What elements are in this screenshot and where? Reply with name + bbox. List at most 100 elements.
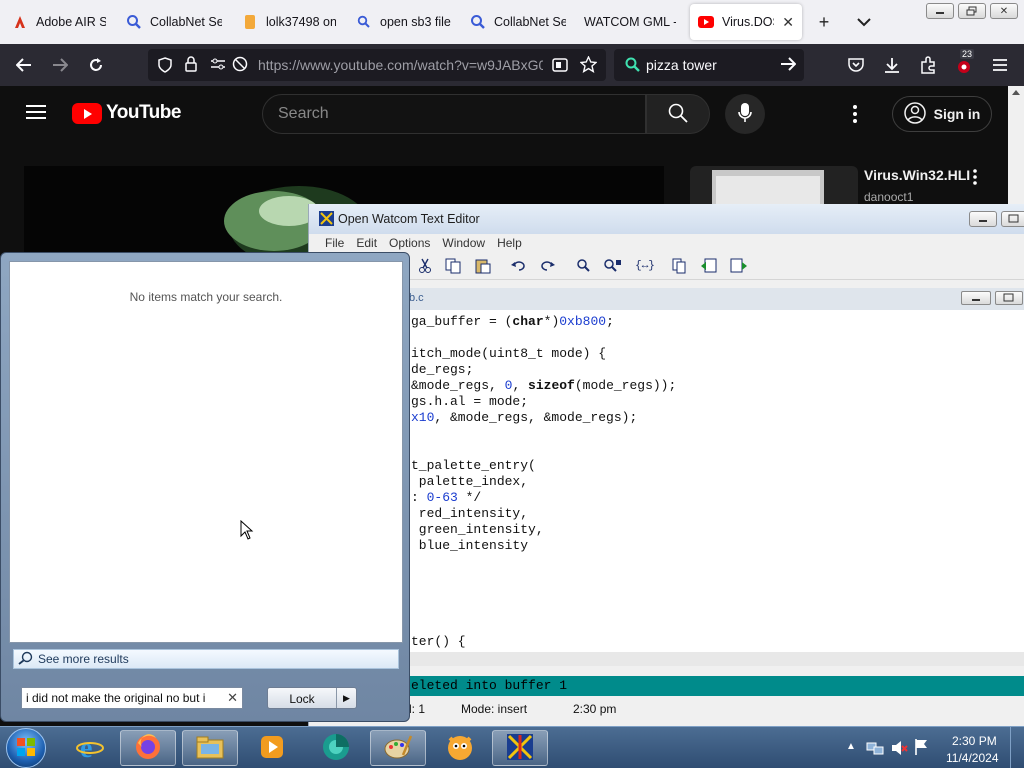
code-line[interactable]: itch_mode(uint8_t mode) { xyxy=(411,346,606,361)
match-braces-icon[interactable]: {↔} xyxy=(633,256,657,276)
taskbar-internet-explorer[interactable]: e xyxy=(62,730,118,766)
menu-edit[interactable]: Edit xyxy=(350,234,383,252)
show-desktop-button[interactable] xyxy=(1010,727,1024,768)
copy-file-icon[interactable] xyxy=(669,256,689,276)
lock-button[interactable]: Lock ▶ xyxy=(267,687,357,709)
downloads-icon[interactable] xyxy=(880,53,904,77)
related-video-channel[interactable]: danooct1 xyxy=(864,190,913,204)
code-line[interactable]: x10, &mode_regs, &mode_regs); xyxy=(411,410,637,425)
menu-options[interactable]: Options xyxy=(383,234,436,252)
file-window-title-bar[interactable]: b.c xyxy=(309,288,1024,310)
close-tab-icon[interactable]: ✕ xyxy=(782,14,794,31)
list-all-tabs-button[interactable] xyxy=(852,10,876,34)
next-file-icon[interactable] xyxy=(729,256,749,276)
taskbar-firefox[interactable] xyxy=(120,730,176,766)
voice-search-button[interactable] xyxy=(725,94,765,134)
shutdown-options-arrow-icon[interactable]: ▶ xyxy=(336,688,356,708)
undo-icon[interactable] xyxy=(509,256,529,276)
shield-icon[interactable] xyxy=(158,57,172,76)
clock-time[interactable]: 2:30 PM xyxy=(952,734,997,748)
sign-in-button[interactable]: Sign in xyxy=(892,96,992,132)
youtube-logo[interactable]: YouTube xyxy=(72,102,181,124)
close-window-button[interactable]: ✕ xyxy=(990,3,1018,19)
more-options-icon[interactable] xyxy=(852,104,858,127)
code-line[interactable]: gs.h.al = mode; xyxy=(411,394,528,409)
new-tab-button[interactable]: + xyxy=(812,10,836,34)
redo-icon[interactable] xyxy=(537,256,557,276)
editor-horizontal-scrollbar[interactable] xyxy=(309,652,1024,666)
code-line[interactable]: de_regs; xyxy=(411,362,473,377)
tab-collabnet-2[interactable]: CollabNet Se xyxy=(462,4,574,40)
lock-icon[interactable] xyxy=(184,56,198,75)
go-arrow-icon[interactable] xyxy=(780,57,797,74)
tab-open-sb3[interactable]: open sb3 file xyxy=(348,4,460,40)
code-line[interactable]: green_intensity, xyxy=(411,522,544,537)
permissions-icon[interactable] xyxy=(210,57,226,74)
autoplay-blocked-icon[interactable] xyxy=(232,56,248,75)
tab-virus-dos[interactable]: Virus.DOS ✕ xyxy=(690,4,802,40)
code-line[interactable]: ga_buffer = (char*)0xb800; xyxy=(411,314,614,329)
code-line[interactable]: t_palette_entry( xyxy=(411,458,536,473)
menu-icon[interactable] xyxy=(988,53,1012,77)
url-bar[interactable]: https://www.youtube.com/watch?v=w9JABxG0 xyxy=(148,49,606,81)
taskbar-paint[interactable] xyxy=(370,730,426,766)
youtube-search-button[interactable] xyxy=(646,94,710,134)
paste-icon[interactable] xyxy=(473,256,493,276)
taskbar-media-player[interactable] xyxy=(244,730,300,766)
start-search-input[interactable]: i did not make the original no but i ✕ xyxy=(21,687,243,709)
related-video-title[interactable]: Virus.Win32.HLI xyxy=(864,167,970,183)
minimize-button[interactable] xyxy=(926,3,954,19)
tab-watcom-gml[interactable]: WATCOM GML - xyxy=(576,4,684,40)
network-icon[interactable] xyxy=(866,739,884,760)
code-line[interactable]: ter() { xyxy=(411,634,466,649)
reload-button[interactable] xyxy=(84,53,108,77)
see-more-results-link[interactable]: See more results xyxy=(13,649,399,669)
tab-adobe-air[interactable]: Adobe AIR SD xyxy=(4,4,114,40)
editor-title-bar[interactable]: Open Watcom Text Editor xyxy=(309,204,1024,234)
editor-maximize-button[interactable] xyxy=(1001,211,1024,227)
start-button[interactable] xyxy=(6,728,46,768)
find-replace-icon[interactable] xyxy=(603,256,623,276)
menu-file[interactable]: File xyxy=(319,234,350,252)
pocket-icon[interactable] xyxy=(844,53,868,77)
cut-icon[interactable] xyxy=(415,256,435,276)
previous-file-icon[interactable] xyxy=(699,256,719,276)
reader-view-icon[interactable] xyxy=(552,57,568,76)
url-text[interactable]: https://www.youtube.com/watch?v=w9JABxG0 xyxy=(258,57,543,73)
menu-help[interactable]: Help xyxy=(491,234,528,252)
file-minimize-button[interactable] xyxy=(961,291,991,305)
find-icon[interactable] xyxy=(575,256,595,276)
clear-search-icon[interactable]: ✕ xyxy=(227,688,238,708)
taskbar-scratch[interactable] xyxy=(432,730,488,766)
restore-button[interactable] xyxy=(958,3,986,19)
extension-badge-icon[interactable]: 23 xyxy=(952,49,976,77)
action-center-flag-icon[interactable] xyxy=(914,738,930,759)
show-hidden-icons-arrow[interactable]: ▲ xyxy=(846,741,856,752)
scroll-up-icon[interactable] xyxy=(1012,90,1020,95)
web-search-bar[interactable]: pizza tower xyxy=(614,49,804,81)
tab-collabnet-1[interactable]: CollabNet Se xyxy=(118,4,230,40)
copy-icon[interactable] xyxy=(443,256,463,276)
code-line[interactable]: : 0-63 */ xyxy=(411,490,481,505)
hamburger-menu-icon[interactable] xyxy=(26,104,46,123)
taskbar-watcom[interactable] xyxy=(492,730,548,766)
editor-minimize-button[interactable] xyxy=(969,211,997,227)
taskbar-app[interactable] xyxy=(308,730,364,766)
file-maximize-button[interactable] xyxy=(995,291,1023,305)
web-search-text[interactable]: pizza tower xyxy=(646,57,717,73)
code-line[interactable]: blue_intensity xyxy=(411,538,528,553)
forward-button[interactable] xyxy=(48,53,72,77)
related-video-menu-icon[interactable] xyxy=(972,168,978,189)
taskbar-file-explorer[interactable] xyxy=(182,730,238,766)
back-button[interactable] xyxy=(12,53,36,77)
menu-window[interactable]: Window xyxy=(436,234,491,252)
bookmark-star-icon[interactable] xyxy=(579,55,598,76)
youtube-search-input[interactable]: Search xyxy=(262,94,646,134)
code-line[interactable]: &mode_regs, 0, sizeof(mode_regs)); xyxy=(411,378,676,393)
extensions-icon[interactable] xyxy=(916,53,940,77)
volume-muted-icon[interactable] xyxy=(890,739,908,760)
code-editor-area[interactable]: ga_buffer = (char*)0xb800; itch_mode(uin… xyxy=(309,310,1024,652)
clock-date[interactable]: 11/4/2024 xyxy=(946,751,999,765)
code-line[interactable]: palette_index, xyxy=(411,474,528,489)
tab-lolk37498[interactable]: lolk37498 on xyxy=(234,4,344,40)
